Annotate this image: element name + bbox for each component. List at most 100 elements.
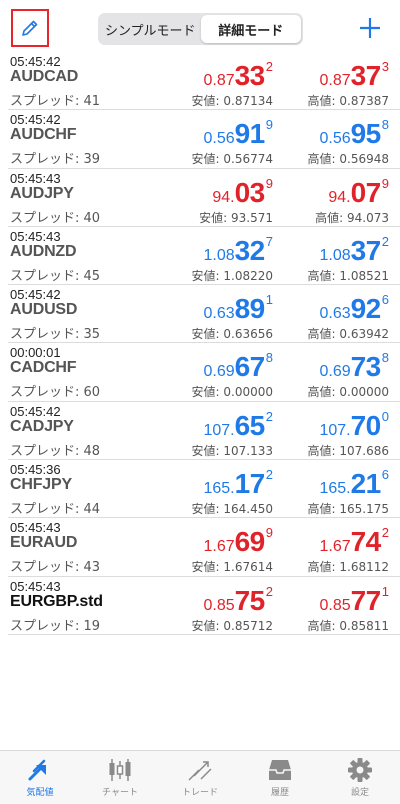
high-price: 高値: 94.073 xyxy=(315,210,389,225)
spread-value: スプレッド: 44 xyxy=(10,502,101,518)
ask-price-pipette: 1 xyxy=(381,583,389,599)
ask-price-pipette: 6 xyxy=(381,292,389,308)
tab-chart[interactable]: チャート xyxy=(80,751,160,804)
ask-price-pipette: 0 xyxy=(381,408,389,424)
ask-price-prefix: 1.08 xyxy=(319,246,351,264)
ask-price-prefix: 107. xyxy=(319,421,351,439)
low-price: 安値: 1.08220 xyxy=(191,268,273,283)
bid-price-big-digits: 03 xyxy=(234,176,266,208)
tab-quotes[interactable]: 気配値 xyxy=(0,751,80,804)
quote-time: 05:45:42 xyxy=(10,403,61,419)
bid-price-prefix: 94. xyxy=(212,188,235,206)
ask-price-prefix: 0.85 xyxy=(319,596,351,614)
bid-price-big-digits: 33 xyxy=(234,60,266,91)
ask-price-big-digits: 74 xyxy=(350,526,382,558)
quote-row[interactable]: 05:45:43 AUDJPY スプレッド: 40 94.039 94.079 … xyxy=(8,169,400,227)
ask-price: 0.85771 xyxy=(319,585,389,615)
add-symbol-button[interactable] xyxy=(354,12,386,44)
pencil-icon xyxy=(22,20,38,36)
high-price: 高値: 0.85811 xyxy=(307,618,389,633)
quote-time: 05:45:36 xyxy=(10,462,61,478)
low-price: 安値: 0.87134 xyxy=(191,94,273,108)
bid-price: 94.039 xyxy=(212,177,273,207)
symbol-name: AUDNZD xyxy=(10,242,77,260)
bid-price-pipette: 8 xyxy=(265,350,273,366)
quote-row[interactable]: 05:45:43 EURGBP.std スプレッド: 19 0.85752 0.… xyxy=(8,577,400,635)
bid-price: 107.652 xyxy=(203,410,273,440)
symbol-name: AUDCHF xyxy=(10,126,77,144)
bid-price-pipette: 7 xyxy=(265,233,273,249)
segment-simple-mode[interactable]: シンプルモード xyxy=(100,15,201,43)
bid-price: 0.85752 xyxy=(203,585,273,615)
tab-label: チャート xyxy=(102,788,138,798)
ask-price-big-digits: 21 xyxy=(350,468,382,500)
tab-trade[interactable]: トレード xyxy=(160,751,240,804)
quote-time: 05:45:43 xyxy=(10,578,61,594)
bid-price-big-digits: 89 xyxy=(234,293,266,325)
bid-price-prefix: 0.87 xyxy=(203,72,235,89)
bid-price-prefix: 165. xyxy=(203,480,235,498)
quote-row[interactable]: 05:45:42 AUDUSD スプレッド: 35 0.63891 0.6392… xyxy=(8,285,400,344)
high-price: 高値: 0.00000 xyxy=(307,385,389,400)
gear-icon xyxy=(348,758,372,782)
ask-price-big-digits: 37 xyxy=(350,234,382,266)
spread-value: スプレッド: 40 xyxy=(10,210,101,226)
bid-price-pipette: 2 xyxy=(265,467,273,483)
bid-price-prefix: 0.56 xyxy=(203,130,235,148)
spread-value: スプレッド: 45 xyxy=(10,268,101,284)
quote-row[interactable]: 05:45:42 AUDCAD スプレッド: 41 0.87332 0.8737… xyxy=(8,52,400,111)
spread-value: スプレッド: 41 xyxy=(10,94,101,109)
spread-value: スプレッド: 48 xyxy=(10,443,101,459)
quote-row[interactable]: 00:00:01 CADCHF スプレッド: 60 0.69678 0.6973… xyxy=(8,343,400,402)
ask-price: 1.67742 xyxy=(319,526,389,556)
tab-history[interactable]: 履歴 xyxy=(240,751,320,804)
history-inbox-icon xyxy=(269,760,291,780)
quote-row[interactable]: 05:45:42 CADJPY スプレッド: 48 107.652 107.70… xyxy=(8,402,400,461)
bid-price-big-digits: 67 xyxy=(234,351,266,383)
high-price: 高値: 165.175 xyxy=(307,502,389,517)
quote-row[interactable]: 05:45:43 EURAUD スプレッド: 43 1.67699 1.6774… xyxy=(8,518,400,577)
symbol-name: AUDCAD xyxy=(10,68,79,85)
bid-price-prefix: 0.85 xyxy=(203,596,235,614)
ask-price: 0.87373 xyxy=(319,60,389,90)
edit-button[interactable] xyxy=(11,9,49,47)
quote-row[interactable]: 05:45:42 AUDCHF スプレッド: 39 0.56919 0.5695… xyxy=(8,110,400,169)
symbol-name: CADCHF xyxy=(10,359,77,377)
ask-price-big-digits: 70 xyxy=(350,409,382,441)
ask-price-pipette: 9 xyxy=(381,175,389,191)
bid-price-big-digits: 32 xyxy=(234,234,266,266)
ask-price-big-digits: 07 xyxy=(350,176,382,208)
mode-segmented-control: シンプルモード 詳細モード xyxy=(98,13,303,45)
ask-price-prefix: 0.63 xyxy=(319,305,351,323)
ask-price: 0.56958 xyxy=(319,118,389,148)
low-price: 安値: 93.571 xyxy=(199,210,273,225)
ask-price: 94.079 xyxy=(328,177,389,207)
low-price: 安値: 0.63656 xyxy=(191,327,273,342)
low-price: 安値: 107.133 xyxy=(191,443,273,458)
bid-price-big-digits: 65 xyxy=(234,409,266,441)
quote-time: 05:45:42 xyxy=(10,287,61,303)
ask-price-prefix: 94. xyxy=(328,188,351,206)
quote-time: 05:45:42 xyxy=(10,54,61,69)
low-price: 安値: 1.67614 xyxy=(191,560,273,575)
segment-detail-mode[interactable]: 詳細モード xyxy=(200,15,301,43)
quote-row[interactable]: 05:45:36 CHFJPY スプレッド: 44 165.172 165.21… xyxy=(8,460,400,519)
quotes-list: 05:45:42 AUDCAD スプレッド: 41 0.8733 2 0.8737… xyxy=(0,52,400,635)
low-price: 安値: 0.56774 xyxy=(191,152,273,167)
quote-row[interactable]: 05:45:43 AUDNZD スプレッド: 45 1.08327 1.0837… xyxy=(8,227,400,286)
low-price: 安値: 0.00000 xyxy=(191,385,273,400)
bid-price-prefix: 0.69 xyxy=(203,363,235,381)
bid-price: 0.56919 xyxy=(203,118,273,148)
bid-price: 1.67699 xyxy=(203,526,273,556)
tab-label: トレード xyxy=(181,788,218,798)
symbol-name: EURGBP.std xyxy=(10,592,103,610)
bid-price-big-digits: 75 xyxy=(234,584,266,616)
ask-price-pipette: 8 xyxy=(381,117,389,133)
trade-icon xyxy=(188,761,212,781)
low-price: 安値: 164.450 xyxy=(191,502,273,517)
bid-price-prefix: 107. xyxy=(203,421,235,439)
tab-settings[interactable]: 設定 xyxy=(320,751,400,804)
bid-price-pipette: 2 xyxy=(265,408,273,424)
ask-price-prefix: 0.56 xyxy=(319,130,351,148)
ask-price-big-digits: 92 xyxy=(350,293,382,325)
